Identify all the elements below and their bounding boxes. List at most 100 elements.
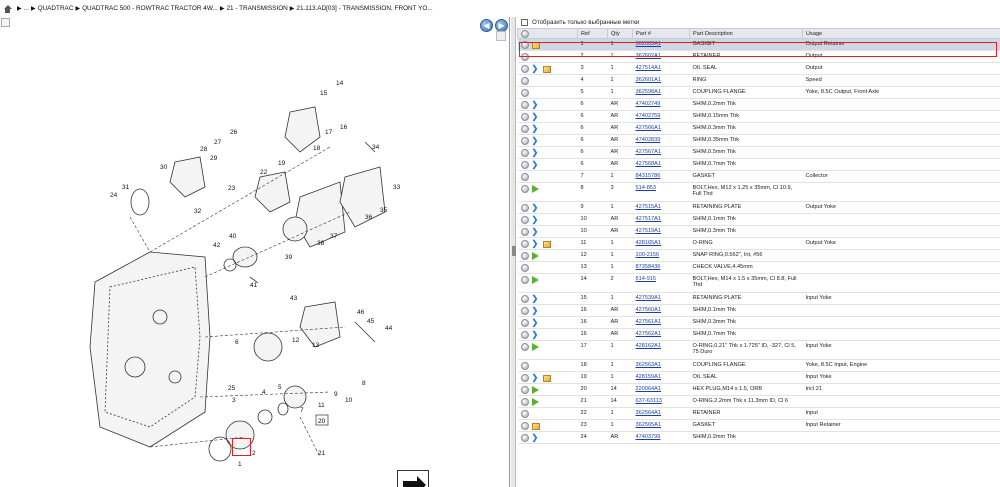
kit-icon[interactable]: [531, 422, 540, 430]
callout-label[interactable]: 23: [228, 185, 236, 192]
info-icon[interactable]: ❯: [532, 113, 540, 121]
callout-label[interactable]: 33: [393, 184, 401, 191]
breadcrumb-item[interactable]: QUADTRAC: [38, 5, 74, 12]
callout-label[interactable]: 17: [325, 129, 333, 136]
part-number-link[interactable]: 362601A1: [636, 77, 662, 83]
callout-label[interactable]: 6: [235, 339, 239, 346]
show-selected-checkbox[interactable]: [521, 19, 528, 26]
callout-label[interactable]: 15: [320, 90, 328, 97]
info-icon[interactable]: ❯: [532, 374, 540, 382]
callout-label[interactable]: 27: [214, 139, 222, 146]
table-row[interactable]: 22 1 362564A1 RETAINER Input: [517, 407, 1000, 420]
callout-label[interactable]: 36: [365, 214, 373, 221]
callout-label[interactable]: 32: [194, 208, 202, 215]
select-icon[interactable]: [520, 185, 529, 193]
part-number-link[interactable]: 47402759: [636, 113, 661, 119]
part-number-link[interactable]: 427566A1: [636, 125, 662, 131]
callout-label[interactable]: 46: [357, 309, 365, 316]
select-icon[interactable]: [520, 173, 529, 181]
table-row[interactable]: ❯ 6 AR 427567A1 SHIM,0.5mm Thk: [517, 146, 1000, 159]
part-number-link[interactable]: 362598A1: [636, 89, 662, 95]
callout-label[interactable]: 8: [362, 380, 366, 387]
select-icon[interactable]: [520, 216, 529, 224]
callout-label[interactable]: 14: [336, 80, 344, 87]
info-icon[interactable]: ❯: [532, 137, 540, 145]
kit-icon[interactable]: [542, 240, 551, 248]
part-number-link[interactable]: 427560A1: [636, 307, 662, 313]
part-number-link[interactable]: 47402839: [636, 137, 661, 143]
callout-label[interactable]: 29: [210, 155, 218, 162]
table-row[interactable]: ❯ 6 AR 427568A1 SHIM,0.7mm Thk: [517, 158, 1000, 171]
breadcrumb-item[interactable]: 21.113.AD[03] - TRANSMISSION, FRONT YO..…: [296, 5, 432, 12]
table-row[interactable]: 4 1 362601A1 RING Speed: [517, 74, 1000, 87]
callout-label[interactable]: 38: [317, 240, 325, 247]
select-icon[interactable]: [520, 240, 529, 248]
info-icon[interactable]: ❯: [532, 434, 540, 442]
callout-label[interactable]: 21: [318, 450, 326, 457]
callout-label[interactable]: 11: [318, 402, 325, 409]
table-row[interactable]: ❯ 6 AR 47402839 SHIM,0.35mm Thk: [517, 134, 1000, 147]
callout-label[interactable]: 5: [278, 384, 282, 391]
select-icon[interactable]: [520, 276, 529, 284]
table-row[interactable]: 20 14 220064A1 HEX PLUG,M14 x 1.5, ORB Incl …: [517, 383, 1000, 396]
callout-label[interactable]: 35: [380, 207, 388, 214]
table-row[interactable]: 14 2 514-915 BOLT,Hex, M14 x 1.5 x 35mm, Cl…: [517, 273, 1000, 293]
select-icon[interactable]: [520, 264, 529, 272]
callout-label[interactable]: 26: [230, 129, 238, 136]
part-number-link[interactable]: 427567A1: [636, 149, 662, 155]
part-number-link[interactable]: 427561A1: [636, 319, 662, 325]
part-number-link[interactable]: 362603A1: [636, 41, 662, 47]
select-icon[interactable]: [520, 343, 529, 351]
table-row[interactable]: ❯ 16 AR 427560A1 SHIM,0.1mm Thk: [517, 304, 1000, 317]
info-icon[interactable]: ❯: [532, 65, 540, 73]
part-number-link[interactable]: 637-63113: [636, 398, 662, 404]
select-icon[interactable]: [520, 434, 529, 442]
select-icon[interactable]: [520, 89, 529, 97]
select-icon[interactable]: [520, 77, 529, 85]
select-all-icon[interactable]: [521, 29, 529, 38]
select-icon[interactable]: [520, 252, 529, 260]
go-arrow-icon[interactable]: [531, 276, 539, 284]
table-row[interactable]: 21 14 637-63113 O-RING,2.2mm Thk x 11.3mm I…: [517, 395, 1000, 408]
kit-icon[interactable]: [542, 374, 551, 382]
part-number-link[interactable]: 427514A1: [636, 65, 662, 71]
info-icon[interactable]: ❯: [532, 240, 540, 248]
breadcrumb-item[interactable]: 21 - TRANSMISSION: [226, 5, 287, 12]
part-number-link[interactable]: 100-2156: [636, 252, 660, 258]
header-ref[interactable]: Ref: [577, 28, 608, 39]
table-row[interactable]: 23 1 362565A1 GASKET Input Retainer: [517, 419, 1000, 432]
table-row[interactable]: ❯ 16 AR 427561A1 SHIM,0.3mm Thk: [517, 316, 1000, 329]
select-icon[interactable]: [520, 319, 529, 327]
callout-label[interactable]: 3: [232, 397, 236, 404]
home-icon[interactable]: [3, 4, 12, 13]
header-part[interactable]: Part #: [632, 28, 690, 39]
table-row[interactable]: 18 1 362563A1 COUPLING FLANGE Yoke, 8.5C Inp…: [517, 359, 1000, 372]
part-number-link[interactable]: 428165A1: [636, 240, 662, 246]
part-number-link[interactable]: 362565A1: [636, 422, 662, 428]
select-icon[interactable]: [520, 398, 529, 406]
select-icon[interactable]: [520, 374, 529, 382]
callout-label[interactable]: 31: [122, 184, 130, 191]
splitter-handle-icon[interactable]: [512, 246, 516, 256]
table-row[interactable]: ❯ 10 AR 427519A1 SHIM,0.3mm Thk: [517, 225, 1000, 238]
select-icon[interactable]: [520, 331, 529, 339]
table-row[interactable]: 17 1 428162A1 O-RING,0.21" Thk x 1.725" ID,…: [517, 340, 1000, 360]
callout-label[interactable]: 12: [292, 337, 300, 344]
part-number-link[interactable]: 427562A1: [636, 331, 662, 337]
select-icon[interactable]: [520, 386, 529, 394]
select-icon[interactable]: [520, 65, 529, 73]
part-number-link[interactable]: 362602A1: [636, 53, 662, 59]
callout-label[interactable]: 30: [160, 164, 168, 171]
select-icon[interactable]: [520, 295, 529, 303]
info-icon[interactable]: ❯: [532, 101, 540, 109]
breadcrumb-item[interactable]: ...: [24, 5, 29, 12]
part-number-link[interactable]: 514-853: [636, 185, 657, 191]
callout-label[interactable]: 44: [385, 325, 393, 332]
return-arrow-button[interactable]: [397, 470, 429, 487]
info-icon[interactable]: ❯: [532, 331, 540, 339]
select-icon[interactable]: [520, 149, 529, 157]
callout-label[interactable]: 28: [200, 146, 208, 153]
header-qty[interactable]: Qty: [607, 28, 633, 39]
table-row[interactable]: 1 1 362603A1 GASKET Output Retainer: [517, 38, 1000, 51]
table-row[interactable]: 13 1 87358436 CHECK VALVE,4.45mm: [517, 261, 1000, 274]
